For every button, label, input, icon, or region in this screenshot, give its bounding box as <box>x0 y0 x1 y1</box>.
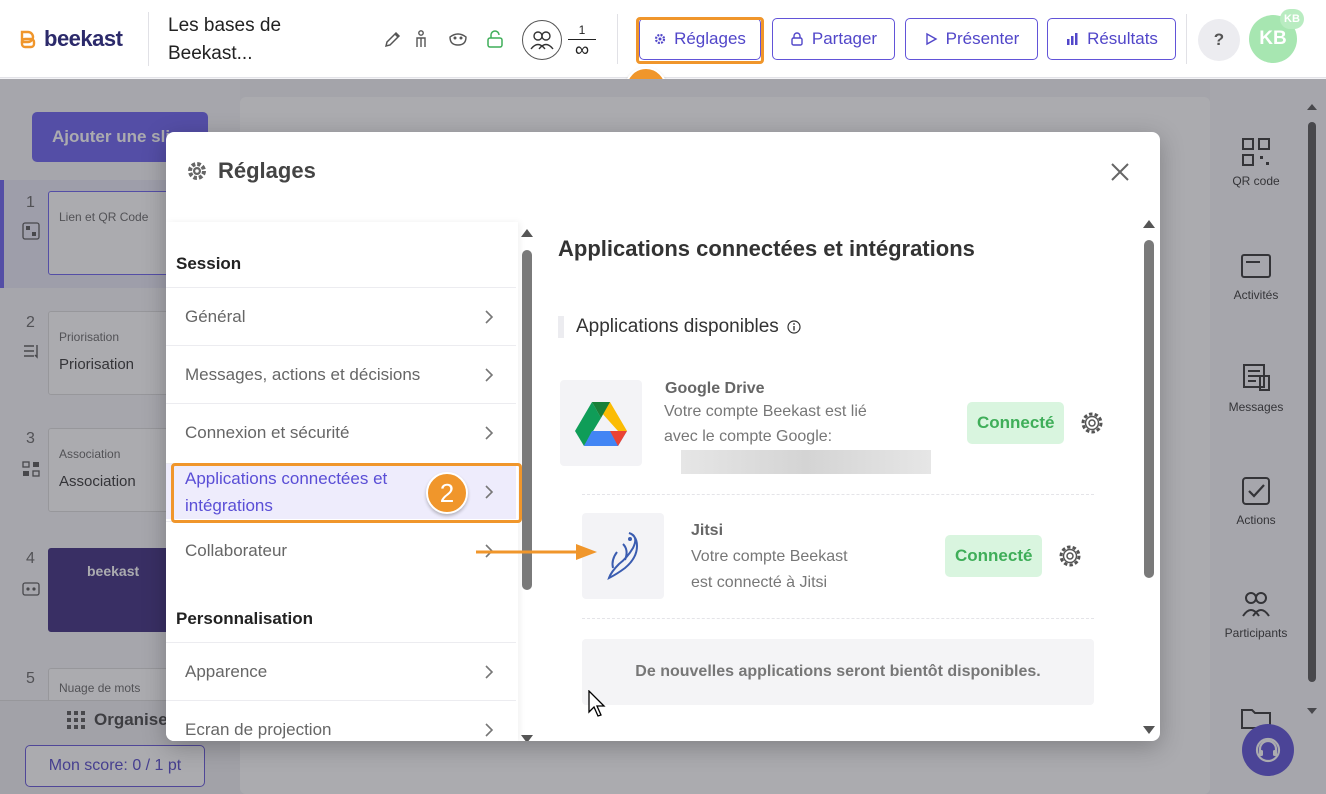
app-description-line2: avec le compte Google: <box>664 428 833 445</box>
app-description-line2: est connecté à Jitsi <box>691 574 828 591</box>
app-name: Google Drive <box>665 380 765 397</box>
gear-icon[interactable] <box>1079 410 1105 436</box>
content-title: Applications connectées et intégrations <box>558 236 975 261</box>
nav-item-projection[interactable]: Ecran de projection <box>166 700 516 741</box>
connected-badge: Connecté <box>945 535 1043 577</box>
available-apps-heading: Applications disponibles <box>558 316 801 338</box>
annotation-arrow-icon <box>476 544 597 560</box>
present-button-label: Présenter <box>945 29 1020 48</box>
connected-badge: Connecté <box>967 402 1065 444</box>
chevron-right-icon <box>485 309 494 324</box>
chevron-right-icon <box>485 664 494 679</box>
divider <box>1186 14 1187 64</box>
nav-scrollbar[interactable] <box>519 224 535 741</box>
gear-icon <box>188 162 206 180</box>
nav-item-general[interactable]: Général <box>166 287 516 345</box>
present-button[interactable]: Présenter <box>905 18 1038 60</box>
nav-section-session: Session <box>176 254 242 273</box>
nav-item-label: Ecran de projection <box>185 719 332 739</box>
nav-item-label: Connexion et sécurité <box>185 422 350 442</box>
nav-scroll-thumb[interactable] <box>522 250 532 590</box>
nav-item-label: Général <box>185 306 246 326</box>
results-button-label: Résultats <box>1087 29 1158 48</box>
nav-item-appearance[interactable]: Apparence <box>166 642 516 700</box>
divider <box>617 14 618 64</box>
heading-bar <box>558 316 564 338</box>
avatar-mini-badge: KB <box>1280 9 1304 29</box>
nav-item-messages[interactable]: Messages, actions et décisions <box>166 345 516 403</box>
pencil-icon[interactable] <box>383 29 403 49</box>
share-button-label: Partager <box>811 29 878 48</box>
mask-icon[interactable] <box>448 29 468 49</box>
beekast-logo[interactable]: beekast <box>18 26 123 52</box>
settings-modal: Réglages Session Général Messages, actio… <box>166 132 1160 741</box>
settings-content: Applications connectées et intégrations … <box>538 222 1138 741</box>
participants-max: ∞ <box>574 38 590 61</box>
participants-icon <box>522 20 562 60</box>
chevron-right-icon <box>485 722 494 737</box>
bar-chart-icon <box>1067 33 1078 45</box>
modal-title: Réglages <box>218 158 316 183</box>
participants-current: 1 <box>578 22 586 37</box>
results-button[interactable]: Résultats <box>1047 18 1176 60</box>
top-bar: beekast Les bases de Beekast... 1 ∞ Régl… <box>0 0 1326 109</box>
beekast-logo-icon <box>20 30 36 49</box>
app-row-jitsi: Jitsi Votre compte Beekast est connecté … <box>558 513 1098 603</box>
app-row-google-drive: Google Drive Votre compte Beekast est li… <box>558 380 1103 480</box>
nav-item-label: Messages, actions et décisions <box>185 364 421 384</box>
nav-item-collaborator[interactable]: Collaborateur <box>166 521 516 579</box>
app-description-line1: Votre compte Beekast <box>691 548 848 565</box>
nav-item-label: Apparence <box>185 661 268 681</box>
session-title[interactable]: Les bases de Beekast... <box>168 12 358 68</box>
separator <box>582 618 1094 619</box>
nav-item-label: Collaborateur <box>185 540 288 560</box>
help-button[interactable]: ? <box>1198 19 1240 61</box>
google-drive-icon <box>575 402 627 446</box>
mouse-cursor-icon <box>588 690 606 717</box>
separator <box>582 494 1094 495</box>
scroll-up-icon[interactable] <box>1143 219 1155 229</box>
hand-raise-icon[interactable] <box>411 29 431 49</box>
gear-icon[interactable] <box>1057 543 1083 569</box>
content-scroll-thumb[interactable] <box>1144 240 1154 578</box>
scroll-down-icon[interactable] <box>521 734 533 741</box>
scroll-up-icon[interactable] <box>521 228 533 238</box>
step2-highlight <box>171 463 522 523</box>
participants-counter[interactable]: 1 ∞ <box>522 20 596 60</box>
info-icon[interactable] <box>787 320 801 334</box>
coming-soon-notice: De nouvelles applications seront bientôt… <box>582 639 1094 705</box>
nav-item-security[interactable]: Connexion et sécurité <box>166 403 516 461</box>
unlock-icon[interactable] <box>485 29 505 49</box>
available-apps-label: Applications disponibles <box>576 316 779 337</box>
share-button[interactable]: Partager <box>772 18 895 60</box>
app-name: Jitsi <box>691 522 724 539</box>
chevron-right-icon <box>485 367 494 382</box>
nav-section-personalisation: Personnalisation <box>176 609 313 628</box>
google-drive-logo <box>560 380 642 466</box>
step1-highlight <box>636 17 764 64</box>
play-icon <box>925 32 938 46</box>
brand-name: beekast <box>44 26 123 51</box>
chevron-right-icon <box>485 425 494 440</box>
divider <box>148 12 149 66</box>
redacted-email <box>681 450 931 474</box>
modal-header: Réglages <box>186 158 316 184</box>
jitsi-icon <box>607 532 639 580</box>
close-icon[interactable] <box>1108 160 1132 184</box>
step2-badge: 2 <box>426 472 468 514</box>
scroll-down-icon[interactable] <box>1143 725 1155 735</box>
content-scrollbar[interactable] <box>1141 216 1157 740</box>
app-description-line1: Votre compte Beekast est lié <box>664 403 867 420</box>
lock-icon <box>791 32 803 46</box>
